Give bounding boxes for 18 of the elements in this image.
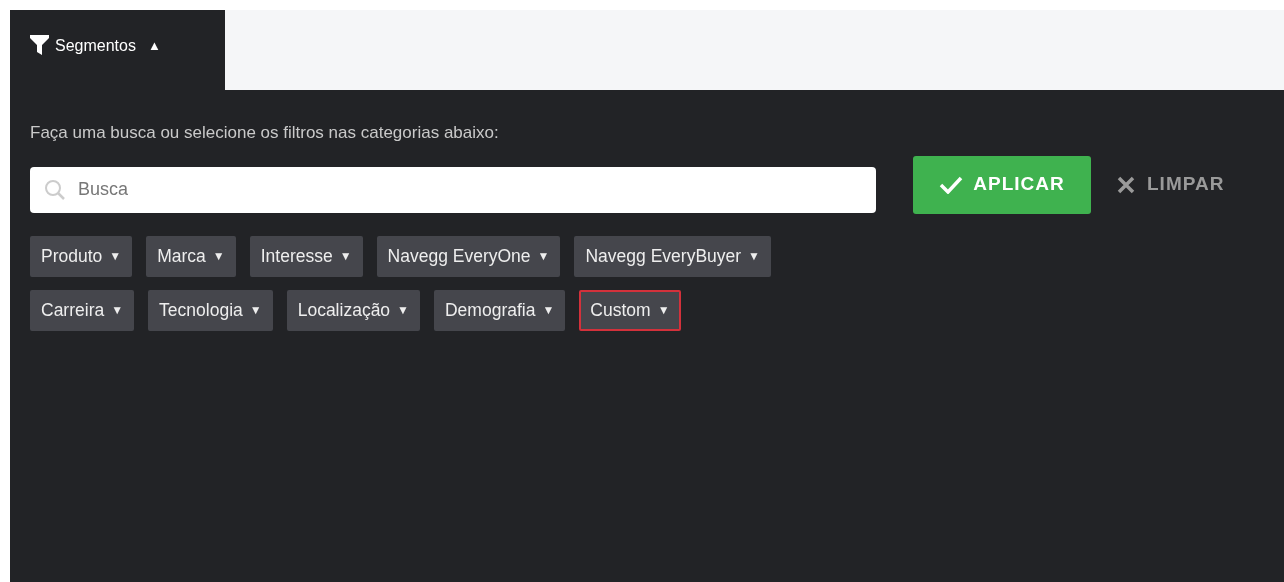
category-dropdown[interactable]: Navegg EveryOne ▼: [376, 235, 561, 277]
filter-icon: [30, 35, 49, 55]
category-dropdown[interactable]: Navegg EveryBuyer ▼: [574, 235, 771, 277]
category-dropdown[interactable]: Interesse ▼: [249, 235, 363, 277]
clear-button[interactable]: LIMPAR: [1111, 170, 1231, 199]
category-dropdown[interactable]: Demografia ▼: [434, 289, 566, 331]
category-dropdown[interactable]: Marca ▼: [146, 235, 236, 277]
search-field[interactable]: Busca: [30, 166, 876, 213]
segments-tab[interactable]: Segmentos ▲: [10, 10, 225, 90]
category-dropdown[interactable]: Produto ▼: [30, 235, 133, 277]
instruction-text: Faça uma busca ou selecione os filtros nas categorias abaixo:: [30, 122, 500, 144]
category-dropdown[interactable]: Custom ▼: [579, 289, 681, 331]
search-icon: [44, 178, 66, 201]
check-icon: [939, 175, 964, 194]
category-dropdown[interactable]: Carreira ▼: [30, 289, 135, 331]
category-dropdown[interactable]: Localização ▼: [286, 289, 420, 331]
close-icon: [1117, 175, 1135, 194]
category-dropdown[interactable]: Tecnologia ▼: [148, 289, 273, 331]
